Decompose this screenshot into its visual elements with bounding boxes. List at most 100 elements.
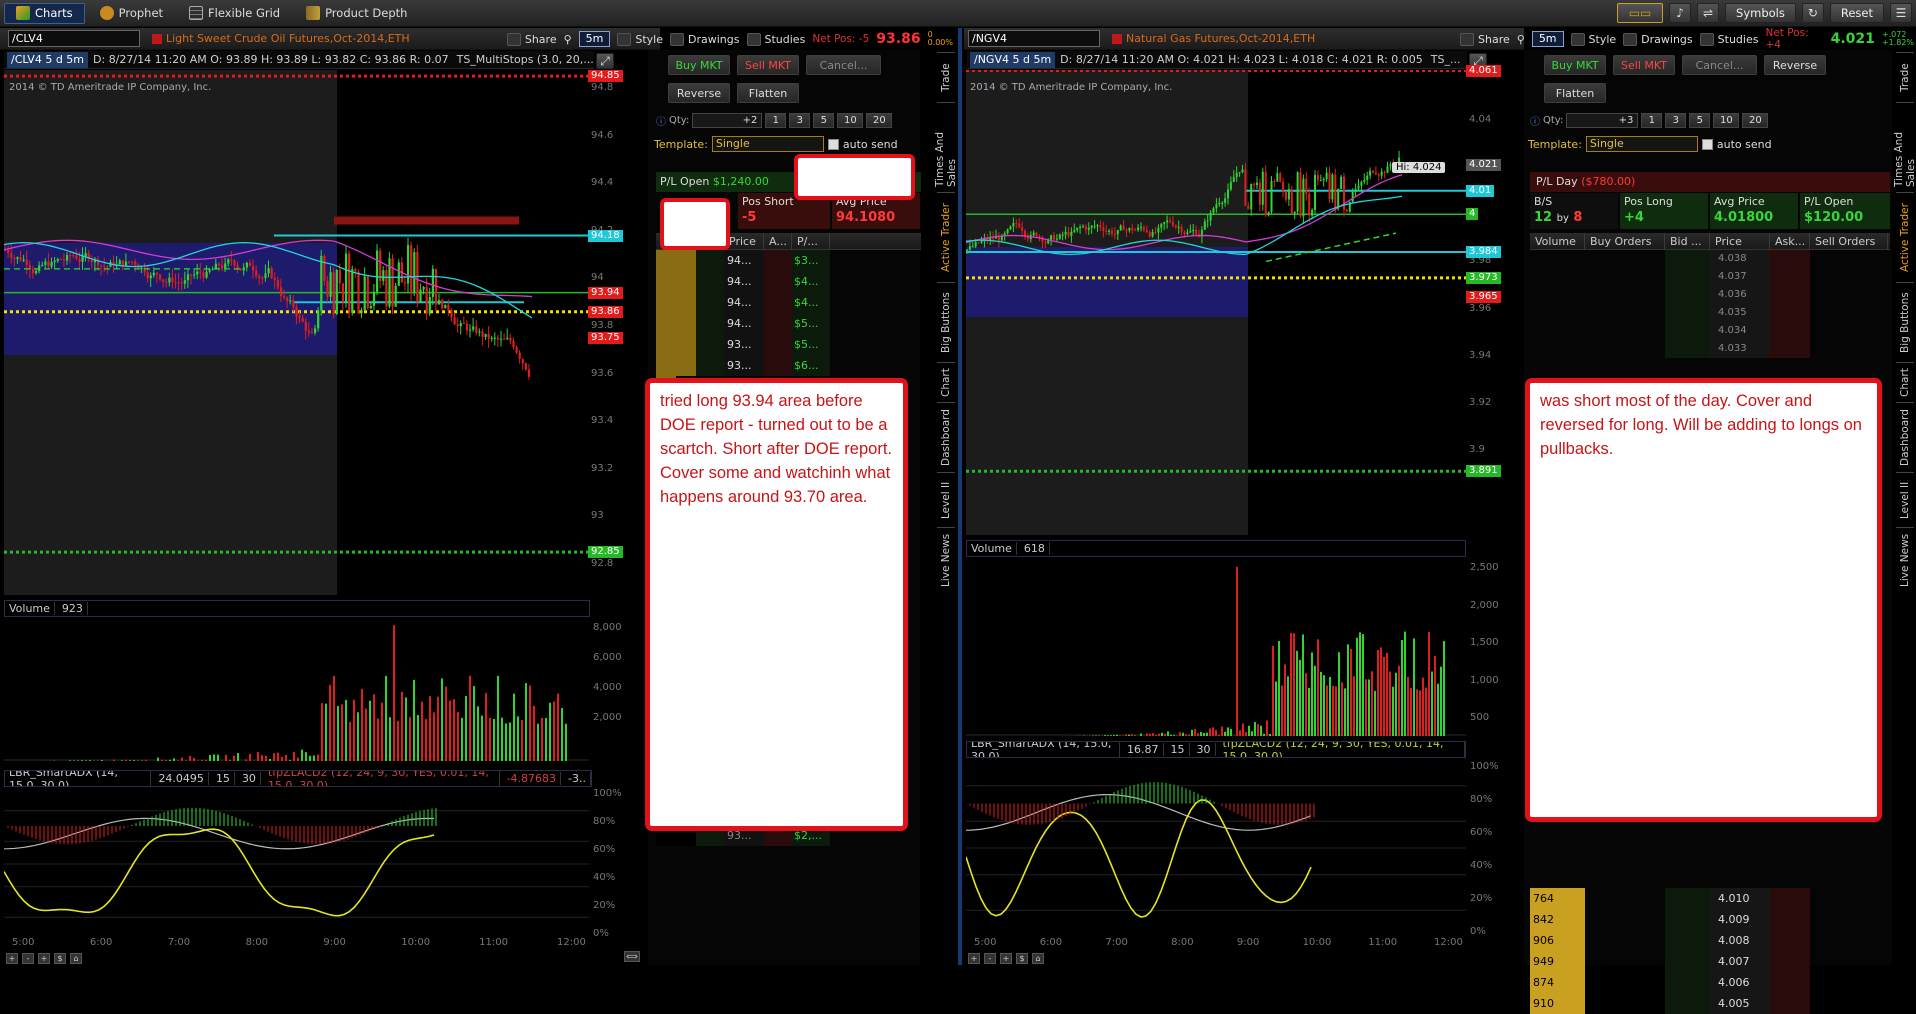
side-tab-dashboard[interactable]: Dashboard	[937, 402, 955, 472]
left-auto-send-checkbox[interactable]	[828, 139, 839, 150]
right-sell-mkt-button[interactable]: Sell MKT	[1613, 55, 1675, 75]
dollar-icon[interactable]: $	[1016, 953, 1028, 964]
axis-tick: 60%	[593, 844, 615, 855]
bid-cell	[1665, 972, 1710, 993]
left-sell-mkt-button[interactable]: Sell MKT	[737, 55, 799, 75]
volume-bar	[1290, 633, 1292, 736]
bid-cell	[1665, 993, 1710, 1014]
left-qty-btn-10[interactable]: 10	[837, 113, 863, 128]
right-qty-btn-20[interactable]: 20	[1742, 113, 1768, 128]
left-qty-btn-20[interactable]: 20	[866, 113, 892, 128]
menu-icon[interactable]: ☰	[1890, 3, 1912, 23]
side-tab-level-ii[interactable]: Level II	[937, 472, 955, 527]
tab-product-depth[interactable]: Product Depth	[295, 3, 418, 24]
right-template-select[interactable]: Single	[1586, 136, 1698, 152]
right-timeframe[interactable]: 5m	[1532, 31, 1564, 47]
left-style-button[interactable]: Style	[617, 33, 663, 46]
right-qty-btn-10[interactable]: 10	[1713, 113, 1739, 128]
left-flatten-button[interactable]: Flatten	[737, 83, 799, 103]
zoom-out-icon[interactable]: -	[22, 953, 34, 964]
bell-icon[interactable]: ♪	[1669, 3, 1691, 23]
volume-bar	[545, 718, 547, 761]
right-flatten-button[interactable]: Flatten	[1544, 83, 1606, 103]
zoom-in-icon[interactable]: +	[1000, 953, 1012, 964]
right-qty-input[interactable]: +3	[1566, 113, 1638, 128]
right-cancel-button[interactable]: Cancel...	[1682, 55, 1757, 75]
drawing-cursor-icon[interactable]: +	[968, 953, 980, 964]
right-price-chart[interactable]	[966, 70, 1466, 535]
side-tab-big-buttons[interactable]: Big Buttons	[937, 282, 955, 362]
candle	[156, 273, 158, 275]
left-share-button[interactable]: Share	[507, 33, 557, 46]
drawing-cursor-icon[interactable]: +	[6, 953, 18, 964]
left-reverse-button[interactable]: Reverse	[668, 83, 730, 103]
zoom-in-icon[interactable]: +	[38, 953, 50, 964]
left-side-tabs: TradeTimes And SalesActive TraderBig But…	[937, 52, 955, 592]
tab-flexible-grid[interactable]: Flexible Grid	[178, 3, 291, 24]
volume-bar	[265, 756, 267, 761]
side-tab-chart[interactable]: Chart	[937, 362, 955, 402]
candle	[1010, 226, 1012, 229]
left-symbol-input[interactable]: /CLV4	[8, 30, 140, 47]
side-tab-chart[interactable]: Chart	[1896, 362, 1914, 402]
left-qty-btn-3[interactable]: 3	[789, 113, 810, 128]
side-tab-active-trader[interactable]: Active Trader	[937, 192, 955, 282]
right-reverse-button[interactable]: Reverse	[1764, 55, 1826, 75]
volume-bar	[377, 719, 379, 761]
tab-prophet[interactable]: Prophet	[89, 3, 174, 24]
candle	[1207, 220, 1209, 221]
right-drawings-button[interactable]: Drawings	[1623, 33, 1692, 46]
right-auto-send-checkbox[interactable]	[1702, 139, 1713, 150]
volume-bar	[1395, 673, 1397, 736]
right-share-button[interactable]: Share	[1460, 33, 1510, 46]
candle	[1247, 206, 1249, 210]
symbols-button[interactable]: Symbols	[1725, 3, 1796, 23]
right-pin-icon[interactable]: ⚲	[1517, 33, 1525, 46]
left-qty-btn-1[interactable]: 1	[765, 113, 786, 128]
side-tab-level-ii[interactable]: Level II	[1896, 472, 1914, 527]
left-timeframe[interactable]: 5m	[579, 31, 611, 47]
side-tab-times-and-sales[interactable]: Times And Sales	[1896, 102, 1914, 192]
left-chart-settings-icon[interactable]: ⤢	[596, 53, 614, 69]
left-template-select[interactable]: Single	[712, 136, 824, 152]
right-buy-mkt-button[interactable]: Buy MKT	[1544, 55, 1606, 75]
side-tab-trade[interactable]: Trade	[1896, 52, 1914, 102]
zoom-out-icon[interactable]: -	[984, 953, 996, 964]
left-price-chart[interactable]	[4, 70, 624, 595]
left-scroll-icon[interactable]: ⟺	[624, 951, 640, 962]
right-qty-btn-1[interactable]: 1	[1641, 113, 1662, 128]
right-style-button[interactable]: Style	[1571, 33, 1617, 46]
expand-icon[interactable]: ⌂	[70, 953, 82, 964]
refresh-icon[interactable]: ↻	[1802, 3, 1824, 23]
layout-icon[interactable]: ▭▭	[1617, 3, 1663, 23]
candle	[311, 332, 313, 333]
candle	[506, 338, 508, 339]
right-qty-btn-5[interactable]: 5	[1689, 113, 1710, 128]
right-qty-btn-3[interactable]: 3	[1665, 113, 1686, 128]
side-tab-times-and-sales[interactable]: Times And Sales	[937, 102, 955, 192]
left-pin-icon[interactable]: ⚲	[564, 33, 572, 46]
toolbar-right: ▭▭ ♪ ⇌ Symbols ↻ Reset ☰	[1617, 3, 1912, 23]
right-studies-button[interactable]: Studies	[1700, 33, 1759, 46]
side-tab-live-news[interactable]: Live News	[1896, 527, 1914, 592]
left-qty-input[interactable]: +2	[692, 113, 762, 128]
price-cell: 4.007	[1710, 951, 1770, 972]
side-tab-active-trader[interactable]: Active Trader	[1896, 192, 1914, 282]
left-qty-btn-5[interactable]: 5	[813, 113, 834, 128]
expand-icon[interactable]: ⌂	[1032, 953, 1044, 964]
settings-icon[interactable]: ⇌	[1697, 3, 1719, 23]
right-symbol-input[interactable]: /NGV4	[968, 30, 1100, 47]
side-tab-live-news[interactable]: Live News	[937, 527, 955, 592]
left-drawings-button[interactable]: Drawings	[670, 33, 739, 46]
reset-button[interactable]: Reset	[1830, 3, 1884, 23]
left-buy-mkt-button[interactable]: Buy MKT	[668, 55, 730, 75]
side-tab-dashboard[interactable]: Dashboard	[1896, 402, 1914, 472]
info-icon: ⓘ	[1530, 113, 1540, 128]
side-tab-trade[interactable]: Trade	[937, 52, 955, 102]
sell-orders-cell	[1810, 888, 1888, 909]
tab-charts[interactable]: Charts	[4, 3, 85, 24]
dollar-icon[interactable]: $	[54, 953, 66, 964]
left-studies-button[interactable]: Studies	[747, 33, 806, 46]
left-cancel-button[interactable]: Cancel...	[806, 55, 881, 75]
side-tab-big-buttons[interactable]: Big Buttons	[1896, 282, 1914, 362]
